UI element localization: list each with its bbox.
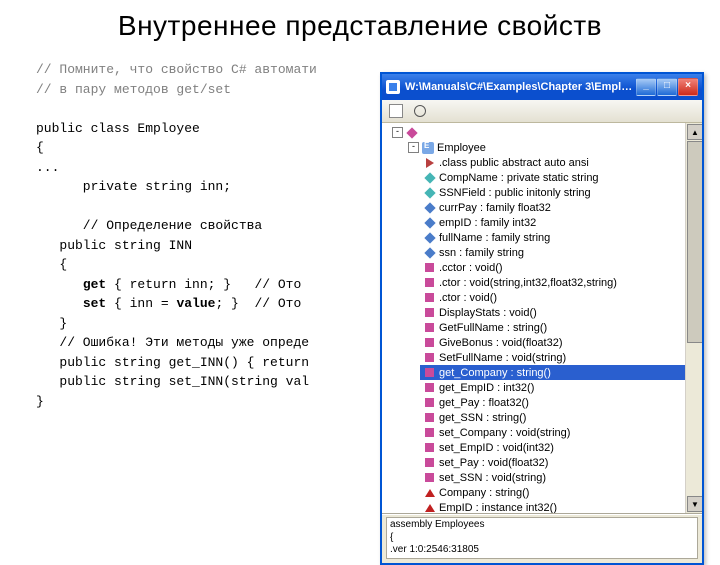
fieldB-icon	[424, 217, 435, 228]
tree-node-label: get_SSN : string()	[439, 412, 526, 424]
tree-node-label: currPay : family float32	[439, 202, 551, 214]
tree-node[interactable]: .ctor : void(string,int32,float32,string…	[420, 275, 702, 290]
tree-node[interactable]: get_Company : string()	[420, 365, 702, 380]
tree-node[interactable]: DisplayStats : void()	[420, 305, 702, 320]
tree-node-label: Employee	[437, 142, 486, 154]
triU-icon	[425, 489, 435, 497]
tree-node-label: GetFullName : string()	[439, 322, 547, 334]
tree-node-label: empID : family int32	[439, 217, 536, 229]
triR-icon	[426, 158, 434, 168]
sqP-icon	[425, 353, 434, 362]
tree-node[interactable]: .ctor : void()	[420, 290, 702, 305]
window-icon	[386, 80, 400, 94]
tree-node-label: .ctor : void()	[439, 292, 497, 304]
sqP-icon	[425, 308, 434, 317]
sq-icon	[425, 278, 434, 287]
tree-node[interactable]: GetFullName : string()	[420, 320, 702, 335]
sqP-icon	[425, 398, 434, 407]
expand-icon[interactable]: -	[408, 142, 419, 153]
tree-node[interactable]: fullName : family string	[420, 230, 702, 245]
tree-node-label: .ctor : void(string,int32,float32,string…	[439, 277, 617, 289]
tree-node[interactable]: SetFullName : void(string)	[420, 350, 702, 365]
tree-node[interactable]: set_Pay : void(float32)	[420, 455, 702, 470]
tree-node[interactable]: ssn : family string	[420, 245, 702, 260]
module-icon	[406, 127, 417, 138]
tree-node-root[interactable]: - Employee	[404, 140, 702, 155]
class-icon	[422, 142, 434, 154]
ildasm-window: W:\Manuals\C#\Examples\Chapter 3\Employe…	[380, 72, 704, 565]
tree-node[interactable]: set_Company : void(string)	[420, 425, 702, 440]
tree-node[interactable]: SSNField : public initonly string	[420, 185, 702, 200]
tree-node[interactable]: set_EmpID : void(int32)	[420, 440, 702, 455]
tree-node-label: Company : string()	[439, 487, 529, 499]
window-titlebar[interactable]: W:\Manuals\C#\Examples\Chapter 3\Employe…	[382, 74, 702, 100]
page-icon	[389, 104, 403, 118]
sqP-icon	[425, 413, 434, 422]
fieldT-icon	[424, 187, 435, 198]
tree-node[interactable]: set_SSN : void(string)	[420, 470, 702, 485]
tree-node-label: CompName : private static string	[439, 172, 599, 184]
tree-node-label: get_Company : string()	[439, 367, 551, 379]
tree-node[interactable]: -	[388, 125, 702, 140]
window-minimize-button[interactable]: _	[636, 78, 656, 96]
sqP-icon	[425, 458, 434, 467]
tree-node-label: DisplayStats : void()	[439, 307, 537, 319]
tree-node[interactable]: CompName : private static string	[420, 170, 702, 185]
sqP-icon	[425, 368, 434, 377]
tree-panel: -- Employee .class public abstract auto an…	[382, 123, 702, 514]
tree-node[interactable]: EmpID : instance int32()	[420, 500, 702, 514]
toolbar-button[interactable]	[410, 101, 430, 121]
window-close-button[interactable]: ×	[678, 78, 698, 96]
tree-node-label: ssn : family string	[439, 247, 524, 259]
scroll-thumb[interactable]	[687, 141, 702, 343]
scroll-up-button[interactable]: ▲	[687, 124, 702, 140]
tree-node-label: .class public abstract auto ansi	[439, 157, 589, 169]
tree-node[interactable]: currPay : family float32	[420, 200, 702, 215]
vertical-scrollbar[interactable]: ▲ ▼	[685, 123, 702, 513]
tree-node-label: set_Pay : void(float32)	[439, 457, 548, 469]
sqP-icon	[425, 383, 434, 392]
window-toolbar	[382, 100, 702, 123]
tree-node-label: SetFullName : void(string)	[439, 352, 566, 364]
tree-node[interactable]: .cctor : void()	[420, 260, 702, 275]
status-text: assembly Employees { .ver 1:0:2546:31805	[386, 517, 698, 559]
fieldB-icon	[424, 247, 435, 258]
fieldB-icon	[424, 232, 435, 243]
sq-icon	[425, 263, 434, 272]
tree-node-label: get_EmpID : int32()	[439, 382, 534, 394]
tree-node[interactable]: empID : family int32	[420, 215, 702, 230]
sqP-icon	[425, 338, 434, 347]
tree-node-label: EmpID : instance int32()	[439, 502, 557, 514]
tree-node-label: set_SSN : void(string)	[439, 472, 546, 484]
sqP-icon	[425, 473, 434, 482]
tree-node-label: set_Company : void(string)	[439, 427, 570, 439]
window-title-text: W:\Manuals\C#\Examples\Chapter 3\Employe…	[405, 81, 636, 93]
tree-node[interactable]: get_SSN : string()	[420, 410, 702, 425]
toolbar-button[interactable]	[386, 101, 406, 121]
sqP-icon	[425, 323, 434, 332]
triU-icon	[425, 504, 435, 512]
slide-title: Внутреннее представление свойств	[0, 10, 720, 42]
fieldB-icon	[424, 202, 435, 213]
status-panel: assembly Employees { .ver 1:0:2546:31805	[382, 514, 702, 563]
tree-node[interactable]: get_EmpID : int32()	[420, 380, 702, 395]
scroll-down-button[interactable]: ▼	[687, 496, 702, 512]
tree-node-label: SSNField : public initonly string	[439, 187, 591, 199]
tree-node-label: get_Pay : float32()	[439, 397, 529, 409]
tree-node-label: fullName : family string	[439, 232, 550, 244]
tree-node[interactable]: .class public abstract auto ansi	[420, 155, 702, 170]
sqP-icon	[425, 443, 434, 452]
tree-node[interactable]: Company : string()	[420, 485, 702, 500]
tree-node-label: .cctor : void()	[439, 262, 503, 274]
sq-icon	[425, 293, 434, 302]
tree-node-label: set_EmpID : void(int32)	[439, 442, 554, 454]
tree-node-label: GiveBonus : void(float32)	[439, 337, 563, 349]
fieldT-icon	[424, 172, 435, 183]
tree-node[interactable]: GiveBonus : void(float32)	[420, 335, 702, 350]
tree-node[interactable]: get_Pay : float32()	[420, 395, 702, 410]
gear-icon	[414, 105, 426, 117]
window-maximize-button[interactable]: □	[657, 78, 677, 96]
sqP-icon	[425, 428, 434, 437]
expand-icon[interactable]: -	[392, 127, 403, 138]
